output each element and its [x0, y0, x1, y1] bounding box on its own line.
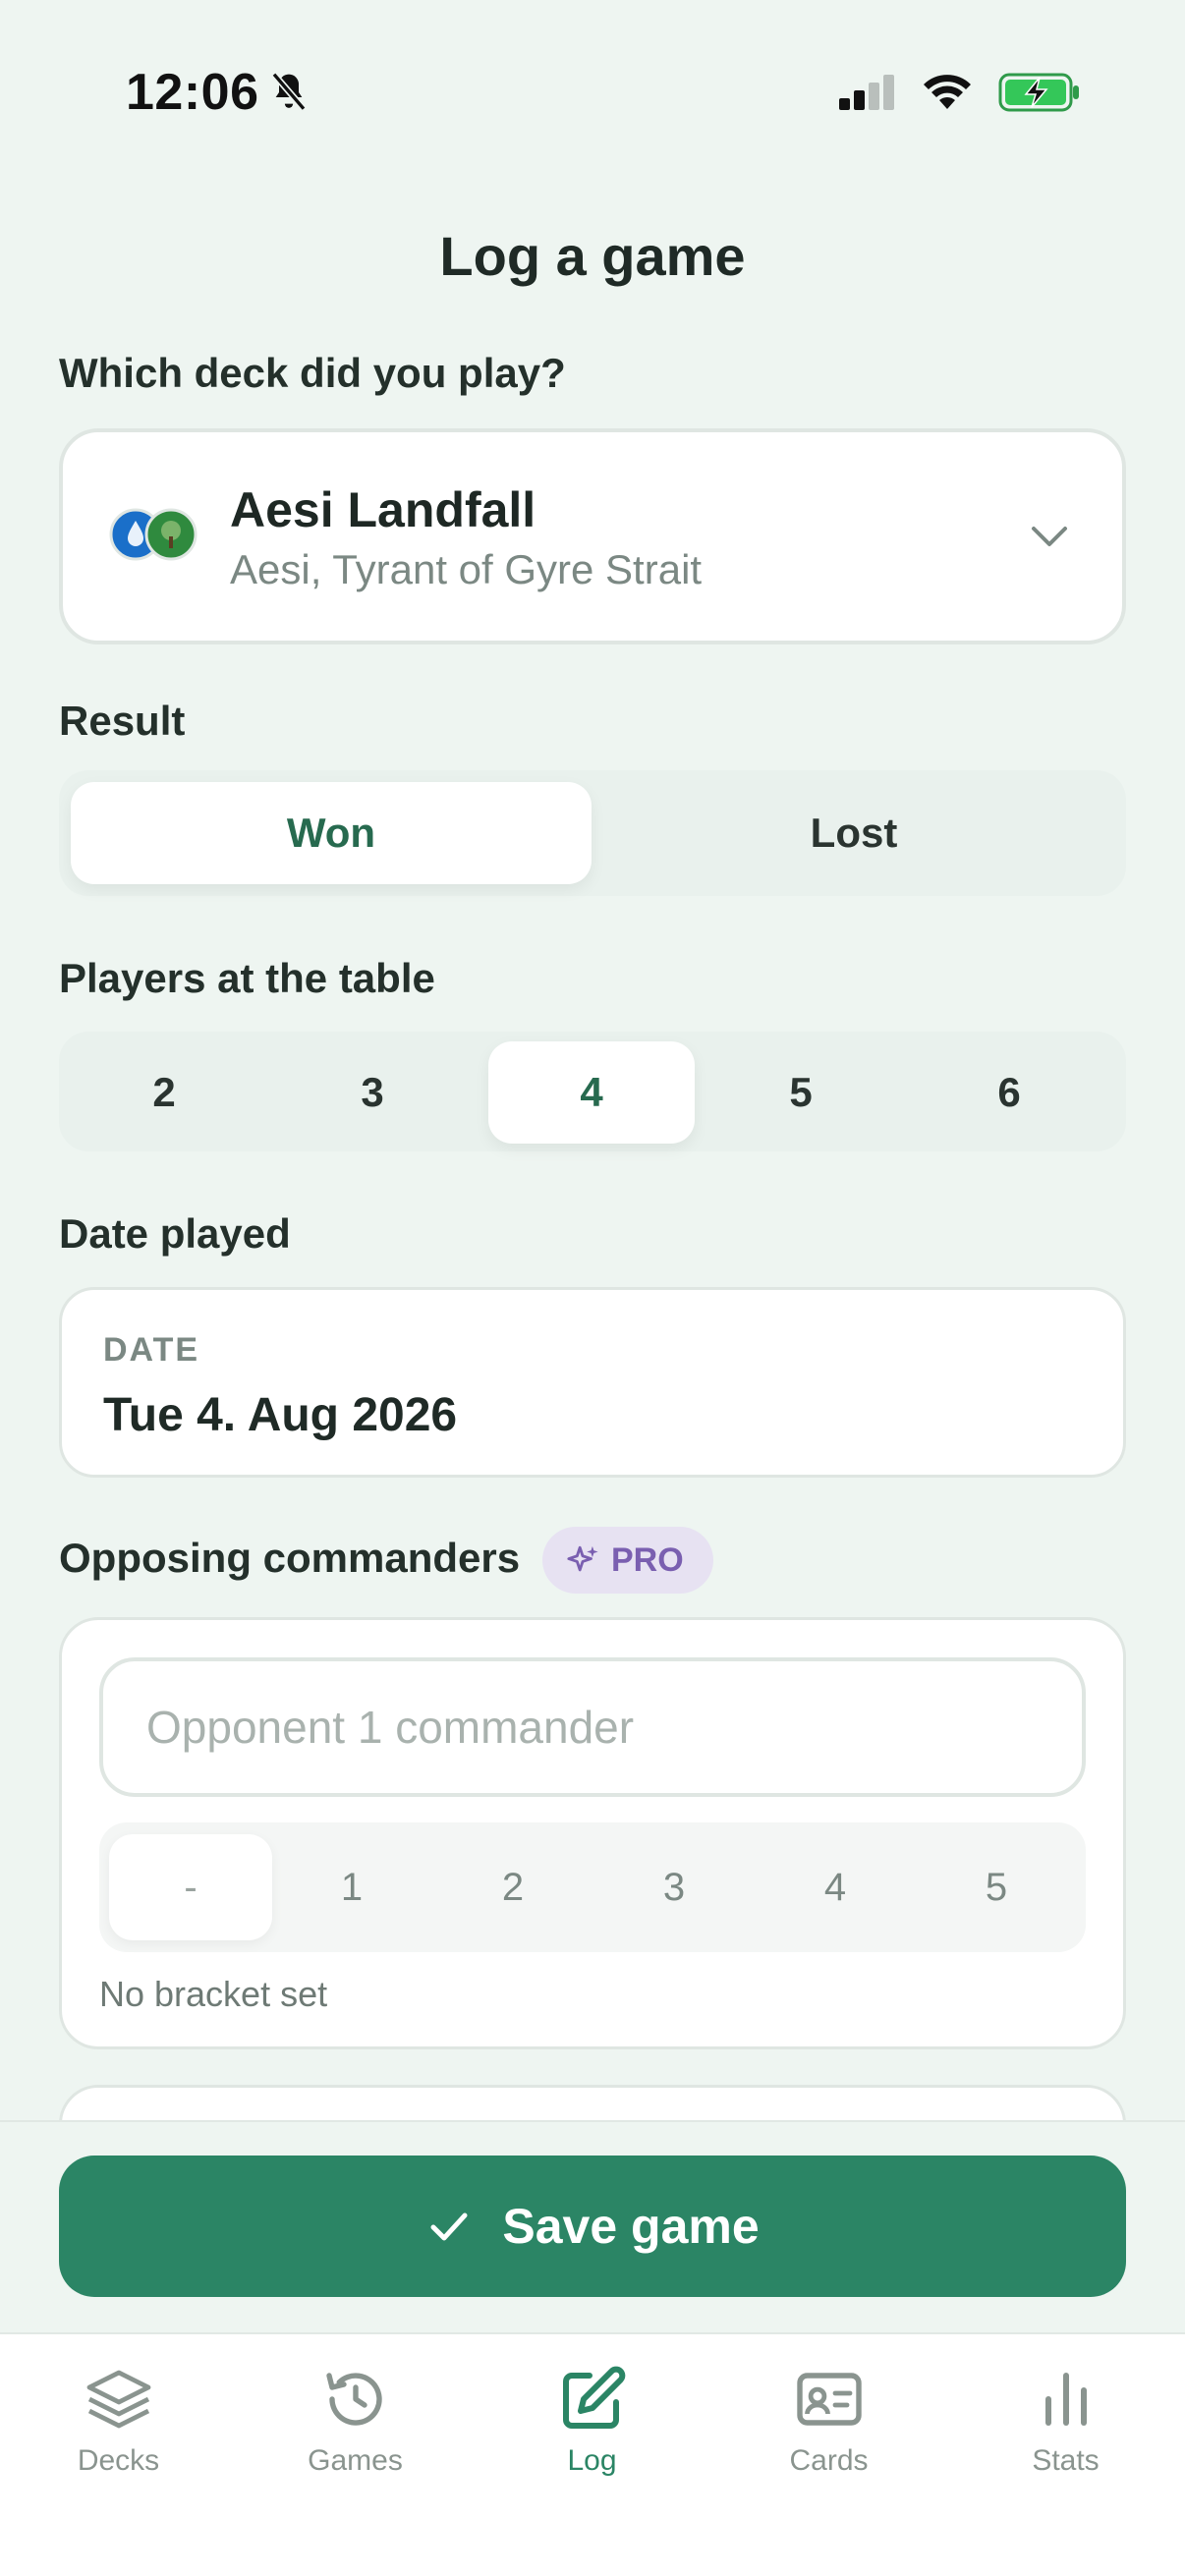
result-label: Result	[59, 698, 186, 744]
tab-cards[interactable]: Cards	[710, 2364, 947, 2478]
tab-cards-label: Cards	[789, 2444, 869, 2477]
status-time: 12:06	[126, 63, 309, 122]
bracket-option-5[interactable]: 5	[915, 1834, 1078, 1940]
page-title: Log a game	[439, 225, 746, 287]
pro-badge-label: PRO	[611, 1540, 684, 1579]
lost-option[interactable]: Lost	[593, 782, 1114, 884]
date-field[interactable]: DATE Tue 4. Aug 2026	[59, 1287, 1126, 1478]
tab-log-label: Log	[567, 2444, 617, 2477]
battery-icon	[998, 73, 1079, 112]
status-time-text: 12:06	[126, 64, 259, 121]
tab-decks[interactable]: Decks	[0, 2364, 237, 2478]
id-card-icon	[796, 2373, 862, 2426]
bracket-option-none[interactable]: -	[109, 1834, 272, 1940]
tab-games-label: Games	[308, 2444, 403, 2477]
opposing-label: Opposing commanders	[59, 1535, 521, 1581]
pro-badge: PRO	[542, 1527, 713, 1594]
deck-section-label: Which deck did you play?	[59, 350, 566, 396]
opponent-card: Opponent 1 commander - 1 2 3 4 5 No brac…	[59, 1617, 1126, 2049]
wifi-icon	[924, 75, 971, 109]
history-icon	[325, 2373, 382, 2426]
players-option-2[interactable]: 2	[61, 1041, 267, 1144]
won-option[interactable]: Won	[71, 782, 592, 884]
layers-icon	[86, 2370, 150, 2429]
bracket-option-1[interactable]: 1	[270, 1834, 433, 1940]
mana-colors-icon	[109, 508, 198, 561]
bell-off-icon	[270, 72, 307, 111]
opponent-commander-input[interactable]: Opponent 1 commander	[99, 1657, 1086, 1797]
bracket-option-2[interactable]: 2	[431, 1834, 594, 1940]
tab-log[interactable]: Log	[474, 2364, 710, 2478]
bracket-selector: - 1 2 3 4 5	[99, 1822, 1086, 1952]
date-value: Tue 4. Aug 2026	[103, 1389, 458, 1441]
players-option-3[interactable]: 3	[269, 1041, 476, 1144]
chevron-down-icon	[1032, 527, 1067, 546]
bar-chart-icon	[1044, 2373, 1087, 2426]
save-game-label: Save game	[502, 2199, 760, 2254]
check-icon	[430, 2212, 468, 2241]
tab-bar: Decks Games Log Cards Stats	[0, 2332, 1185, 2576]
deck-commander: Aesi, Tyrant of Gyre Strait	[230, 546, 703, 592]
edit-icon	[562, 2366, 625, 2429]
sparkle-icon	[567, 1545, 598, 1572]
bracket-option-3[interactable]: 3	[592, 1834, 756, 1940]
players-option-4[interactable]: 4	[488, 1041, 695, 1144]
deck-name: Aesi Landfall	[230, 482, 536, 537]
date-label: Date played	[59, 1210, 291, 1257]
date-caption: DATE	[103, 1331, 200, 1369]
signal-icon	[839, 75, 894, 110]
tab-stats-label: Stats	[1032, 2444, 1100, 2477]
tab-stats[interactable]: Stats	[947, 2364, 1184, 2478]
result-toggle: Won Lost	[59, 770, 1126, 896]
deck-select[interactable]: Aesi Landfall Aesi, Tyrant of Gyre Strai…	[59, 428, 1126, 644]
status-indicators	[839, 73, 1081, 112]
tab-decks-label: Decks	[77, 2444, 160, 2477]
bracket-option-4[interactable]: 4	[754, 1834, 917, 1940]
save-game-button[interactable]: Save game	[59, 2156, 1126, 2297]
players-option-5[interactable]: 5	[698, 1041, 904, 1144]
players-selector: 2 3 4 5 6	[59, 1032, 1126, 1151]
players-option-6[interactable]: 6	[906, 1041, 1112, 1144]
bracket-note: No bracket set	[99, 1974, 328, 2014]
players-label: Players at the table	[59, 955, 435, 1001]
tab-games[interactable]: Games	[237, 2364, 474, 2478]
